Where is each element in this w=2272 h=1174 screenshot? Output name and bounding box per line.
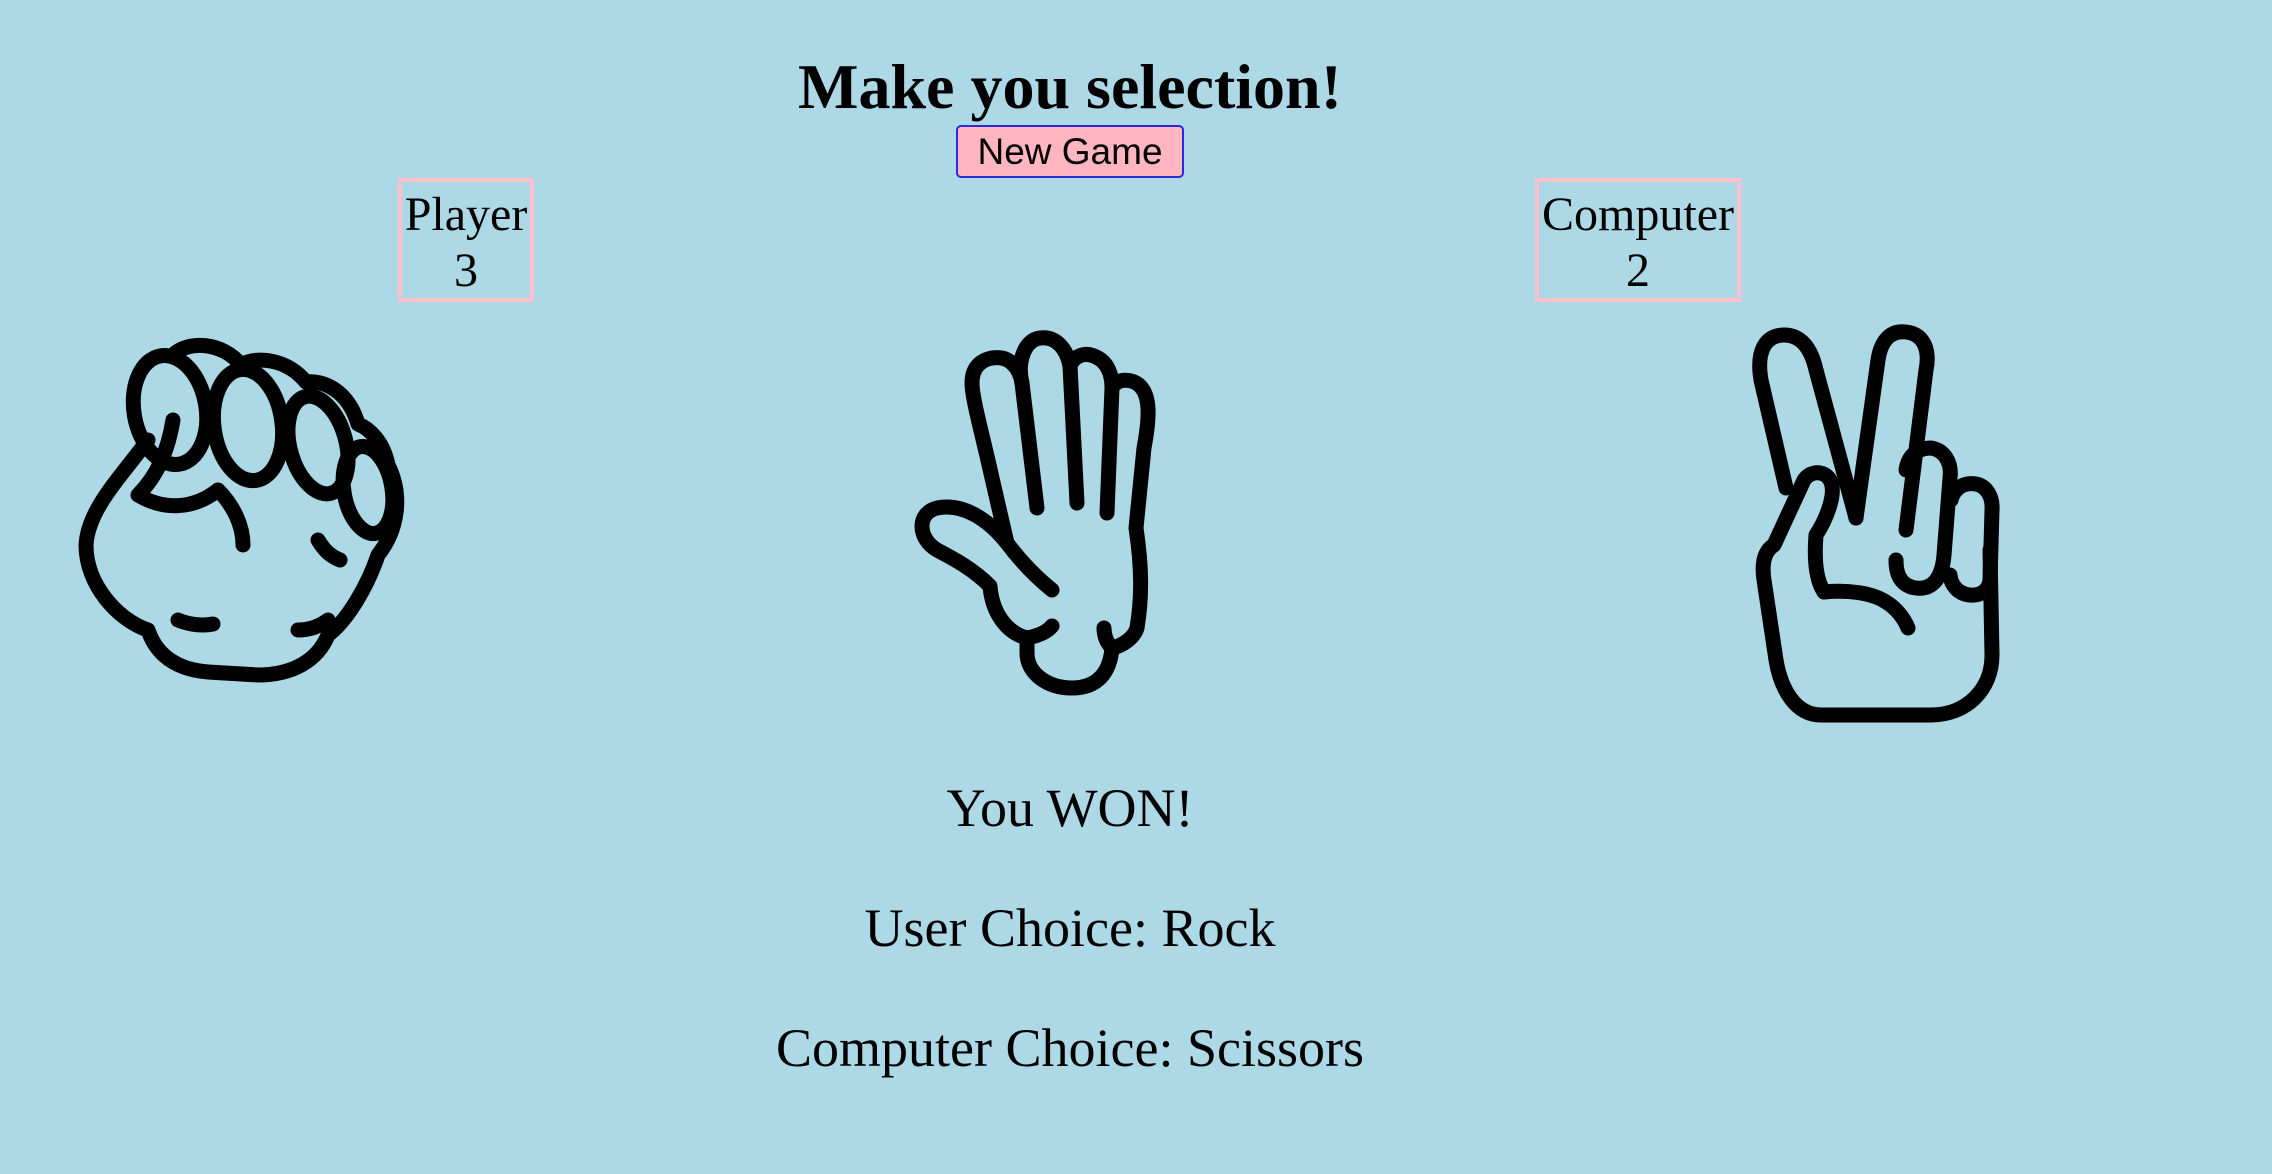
- user-choice-text: User Choice: Rock: [864, 898, 1276, 958]
- player-score-box: Player 3: [398, 178, 534, 302]
- rock-button[interactable]: [78, 330, 408, 708]
- paper-button[interactable]: [912, 328, 1216, 716]
- page-title: Make you selection!: [798, 50, 1342, 122]
- paper-hand-icon: [914, 330, 1156, 696]
- scissors-button[interactable]: [1746, 320, 2036, 724]
- new-game-button[interactable]: New Game: [956, 125, 1184, 178]
- player-score: 3: [454, 244, 478, 297]
- scissors-hand-icon: [1752, 324, 2000, 723]
- player-label: Player: [404, 188, 528, 241]
- result-outcome: You WON!: [946, 778, 1194, 838]
- computer-score: 2: [1626, 244, 1650, 297]
- rock-hand-icon: [78, 337, 405, 683]
- computer-score-box: Computer 2: [1535, 178, 1741, 302]
- computer-label: Computer: [1542, 188, 1734, 241]
- computer-choice-text: Computer Choice: Scissors: [776, 1018, 1364, 1078]
